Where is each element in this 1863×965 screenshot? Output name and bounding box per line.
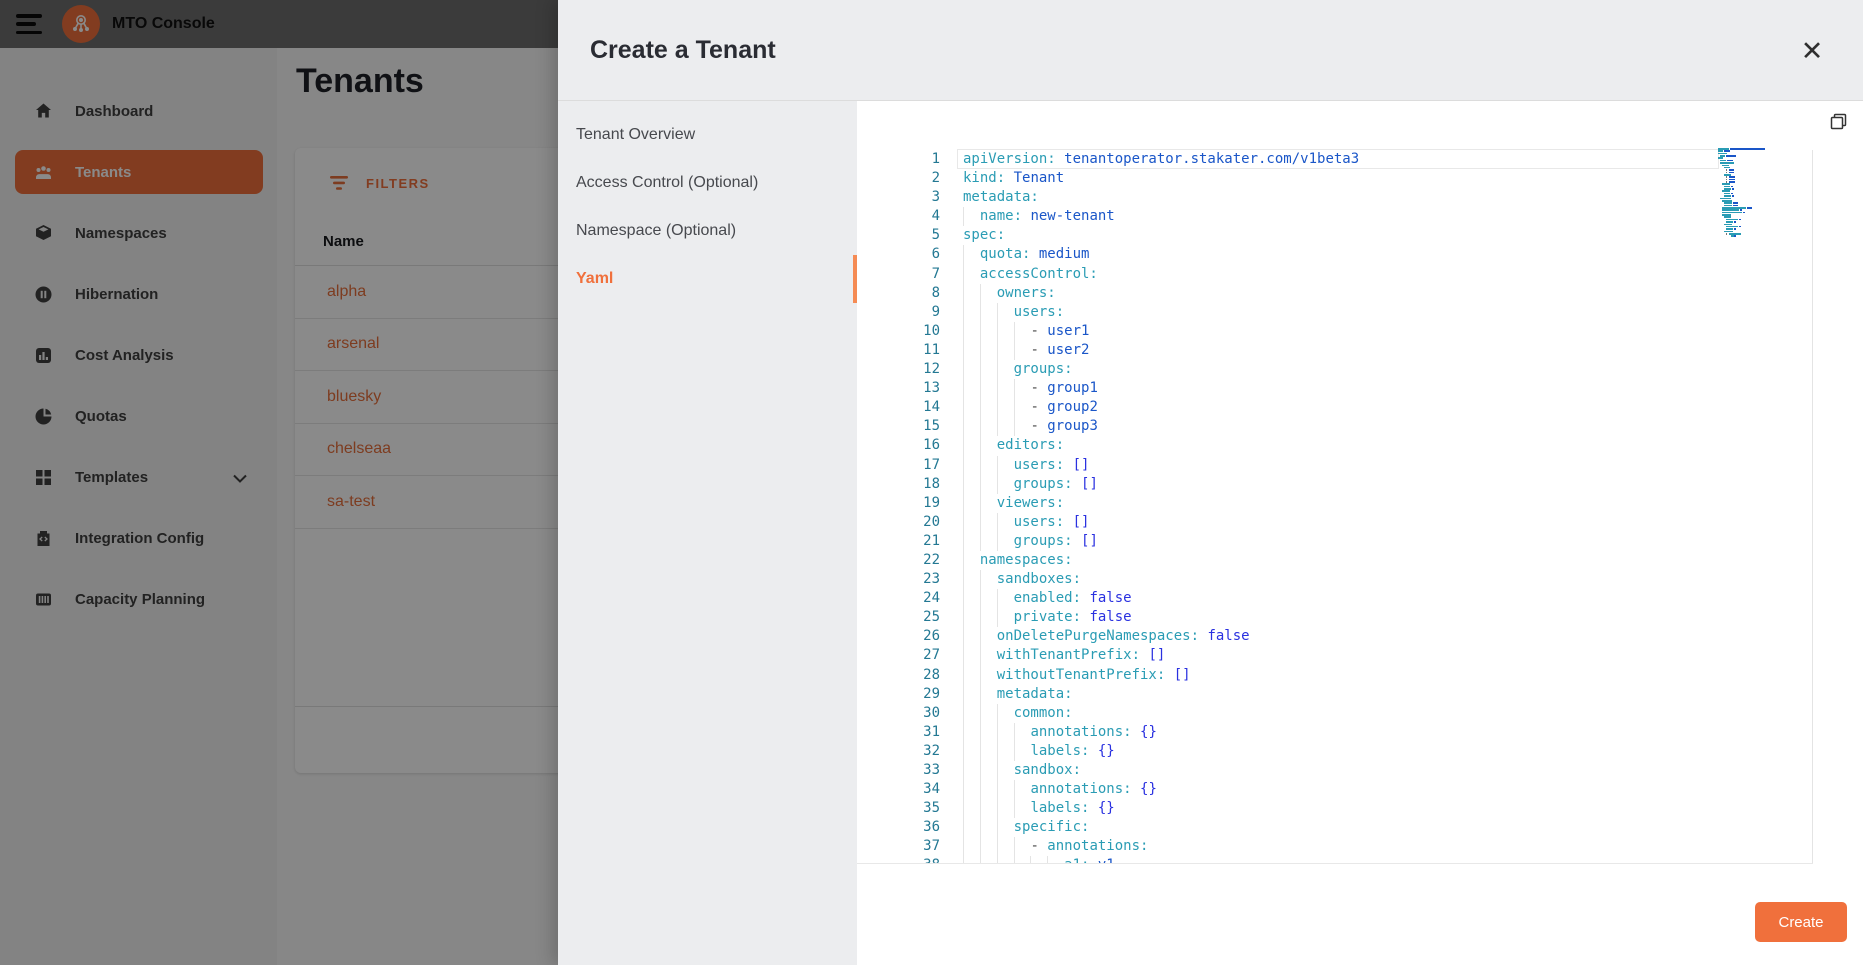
line-number: 5 <box>857 226 940 245</box>
line-number: 8 <box>857 284 940 303</box>
yaml-editor-pane: 1apiVersion: tenantoperator.stakater.com… <box>857 101 1863 965</box>
line-number: 18 <box>857 475 940 494</box>
drawer-header: Create a Tenant ✕ <box>558 0 1863 101</box>
code-line: 32labels: {} <box>857 742 1813 761</box>
line-number: 7 <box>857 265 940 284</box>
line-number: 28 <box>857 666 940 685</box>
code-line: 33sandbox: <box>857 761 1813 780</box>
code-line: 36specific: <box>857 818 1813 837</box>
line-number: 30 <box>857 704 940 723</box>
code-line: 4name: new-tenant <box>857 207 1813 226</box>
line-number: 10 <box>857 322 940 341</box>
drawer-tab-access-control-optional[interactable]: Access Control (Optional) <box>558 159 857 207</box>
line-number: 6 <box>857 245 940 264</box>
code-line: 2kind: Tenant <box>857 169 1813 188</box>
code-line: 11- user2 <box>857 341 1813 360</box>
code-line: 10- user1 <box>857 322 1813 341</box>
code-line: 8owners: <box>857 284 1813 303</box>
code-line: 16editors: <box>857 436 1813 455</box>
editor-bottom-border <box>857 863 1813 864</box>
line-number: 15 <box>857 417 940 436</box>
code-line: 7accessControl: <box>857 265 1813 284</box>
code-line: 12groups: <box>857 360 1813 379</box>
line-number: 20 <box>857 513 940 532</box>
line-number: 29 <box>857 685 940 704</box>
line-number: 12 <box>857 360 940 379</box>
code-line: 15- group3 <box>857 417 1813 436</box>
code-line: 17users: [] <box>857 456 1813 475</box>
line-number: 35 <box>857 799 940 818</box>
line-number: 17 <box>857 456 940 475</box>
line-number: 23 <box>857 570 940 589</box>
code-line: 25private: false <box>857 608 1813 627</box>
drawer-tab-tenant-overview[interactable]: Tenant Overview <box>558 111 857 159</box>
line-number: 13 <box>857 379 940 398</box>
line-number: 1 <box>857 150 940 169</box>
drawer-title: Create a Tenant <box>590 36 776 65</box>
line-number: 14 <box>857 398 940 417</box>
line-number: 24 <box>857 589 940 608</box>
code-line: 26onDeletePurgeNamespaces: false <box>857 627 1813 646</box>
line-number: 9 <box>857 303 940 322</box>
line-number: 19 <box>857 494 940 513</box>
line-number: 25 <box>857 608 940 627</box>
close-icon[interactable]: ✕ <box>1797 36 1827 66</box>
line-number: 31 <box>857 723 940 742</box>
line-number: 26 <box>857 627 940 646</box>
line-number: 21 <box>857 532 940 551</box>
code-line: 35labels: {} <box>857 799 1813 818</box>
code-line: 27withTenantPrefix: [] <box>857 646 1813 665</box>
code-line: 30common: <box>857 704 1813 723</box>
line-number: 22 <box>857 551 940 570</box>
code-line: 18groups: [] <box>857 475 1813 494</box>
code-line: 13- group1 <box>857 379 1813 398</box>
line-number: 33 <box>857 761 940 780</box>
create-button[interactable]: Create <box>1755 902 1847 942</box>
code-line: 5spec: <box>857 226 1813 245</box>
line-number: 37 <box>857 837 940 856</box>
line-number: 27 <box>857 646 940 665</box>
code-line: 6quota: medium <box>857 245 1813 264</box>
code-line: 28withoutTenantPrefix: [] <box>857 666 1813 685</box>
line-number: 16 <box>857 436 940 455</box>
line-number: 11 <box>857 341 940 360</box>
editor-minimap[interactable] <box>1718 148 1770 238</box>
code-line: 19viewers: <box>857 494 1813 513</box>
drawer-tab-rail: Tenant OverviewAccess Control (Optional)… <box>558 101 857 965</box>
code-line: 24enabled: false <box>857 589 1813 608</box>
line-number: 32 <box>857 742 940 761</box>
code-line: 14- group2 <box>857 398 1813 417</box>
drawer-tab-namespace-optional[interactable]: Namespace (Optional) <box>558 207 857 255</box>
code-line: 23sandboxes: <box>857 570 1813 589</box>
editor-right-rule <box>1812 150 1813 863</box>
code-line: 34annotations: {} <box>857 780 1813 799</box>
code-line: 9users: <box>857 303 1813 322</box>
code-line: 3metadata: <box>857 188 1813 207</box>
code-line: 29metadata: <box>857 685 1813 704</box>
line-number: 34 <box>857 780 940 799</box>
create-tenant-drawer: Create a Tenant ✕ Tenant OverviewAccess … <box>558 0 1863 965</box>
yaml-code-editor[interactable]: 1apiVersion: tenantoperator.stakater.com… <box>857 150 1813 863</box>
code-line: 22namespaces: <box>857 551 1813 570</box>
line-number: 3 <box>857 188 940 207</box>
copy-icon[interactable] <box>1827 113 1849 135</box>
code-line: 20users: [] <box>857 513 1813 532</box>
code-line: 1apiVersion: tenantoperator.stakater.com… <box>857 150 1813 169</box>
line-number: 36 <box>857 818 940 837</box>
drawer-body: Tenant OverviewAccess Control (Optional)… <box>558 101 1863 965</box>
code-line: 37- annotations: <box>857 837 1813 856</box>
line-number: 4 <box>857 207 940 226</box>
line-number: 2 <box>857 169 940 188</box>
code-line: 31annotations: {} <box>857 723 1813 742</box>
code-line: 21groups: [] <box>857 532 1813 551</box>
drawer-tab-yaml[interactable]: Yaml <box>558 255 857 303</box>
